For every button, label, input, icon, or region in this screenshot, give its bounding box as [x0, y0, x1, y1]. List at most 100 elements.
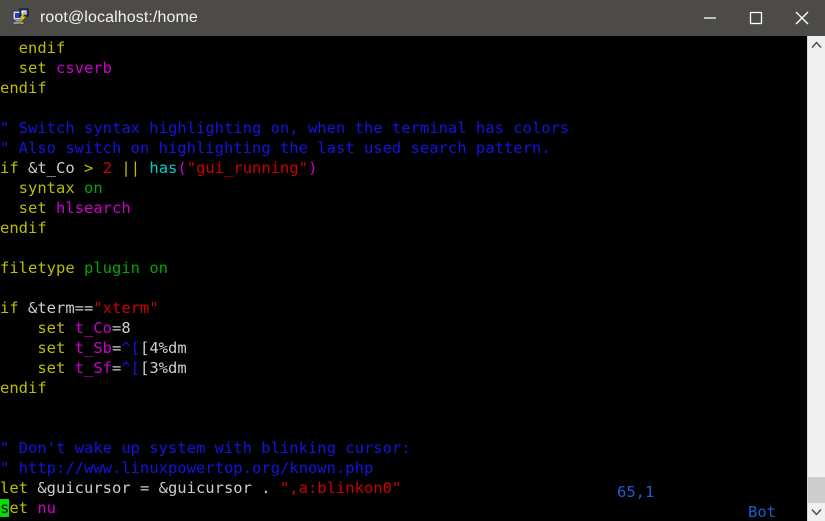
putty-terminal-window: root@localhost:/home endif set csverb end… — [0, 0, 825, 521]
scroll-up-arrow-icon[interactable] — [808, 36, 825, 54]
terminal-span: ( — [177, 159, 187, 177]
terminal-span: t_Sf — [74, 359, 112, 377]
terminal-span: endif — [0, 219, 47, 237]
terminal-span: " Also switch on highlighting the last u… — [0, 139, 551, 157]
terminal-span: hlsearch — [56, 199, 131, 217]
terminal-span — [0, 319, 37, 337]
terminal-span: ^[ — [121, 339, 140, 357]
terminal-line: endif — [0, 218, 807, 238]
terminal-span — [140, 259, 149, 277]
terminal-span: [4%dm — [140, 339, 187, 357]
scrollbar-thumb[interactable] — [808, 477, 825, 503]
window-titlebar: root@localhost:/home — [0, 0, 825, 36]
terminal-span — [0, 179, 19, 197]
terminal-line: endif — [0, 78, 807, 98]
close-button[interactable] — [779, 0, 825, 36]
terminal-line: " Don't wake up system with blinking cur… — [0, 438, 807, 458]
terminal-span: endif — [18, 39, 66, 57]
terminal-span: = — [111, 359, 122, 377]
terminal-line: set t_Sf=^[[3%dm — [0, 358, 807, 378]
terminal-span: s — [0, 499, 10, 517]
terminal-span: set — [37, 339, 75, 357]
terminal-span: plugin — [84, 259, 140, 277]
terminal-span — [0, 339, 37, 357]
terminal-span: endif — [0, 79, 47, 97]
terminal-span: "xterm" — [93, 299, 159, 317]
terminal-span: &guicursor = &guicursor . — [28, 479, 280, 497]
terminal-line: endif — [0, 378, 807, 398]
terminal-span: ) — [308, 159, 318, 177]
terminal-span: set — [37, 319, 75, 337]
terminal-span: [3%dm — [140, 359, 187, 377]
terminal-span: if — [0, 299, 19, 317]
terminal-span: has — [149, 159, 178, 177]
terminal-span: filetype — [0, 259, 75, 277]
terminal-line: set t_Sb=^[[4%dm — [0, 338, 807, 358]
terminal-span: t_Sb — [74, 339, 112, 357]
terminal-span: " http://www.linuxpowertop.org/known.php — [0, 459, 374, 477]
terminal-span — [0, 359, 37, 377]
terminal-span — [93, 159, 102, 177]
terminal-span: || — [121, 159, 141, 177]
terminal-span — [0, 59, 19, 77]
window-title: root@localhost:/home — [40, 9, 198, 26]
terminal-line: " http://www.linuxpowertop.org/known.php — [0, 458, 807, 478]
window-controls — [687, 0, 825, 36]
terminal-line: " Switch syntax highlighting on, when th… — [0, 118, 807, 138]
terminal-span: =8 — [111, 319, 131, 337]
terminal-line: endif — [0, 38, 807, 58]
maximize-button[interactable] — [733, 0, 779, 36]
putty-terminal-icon — [11, 8, 31, 28]
terminal-span: set — [37, 359, 75, 377]
terminal-line: set csverb — [0, 58, 807, 78]
terminal-span: &t_Co — [18, 159, 84, 177]
terminal-span: " Don't wake up system with blinking cur… — [0, 439, 411, 457]
terminal-span: " Switch syntax highlighting on, when th… — [0, 119, 570, 137]
terminal-span: 2 — [102, 159, 113, 177]
terminal-line: let &guicursor = &guicursor . ",a:blinko… — [0, 478, 807, 498]
terminal-line: syntax on — [0, 178, 807, 198]
terminal-span: endif — [0, 379, 47, 397]
terminal-line: if &t_Co > 2 || has("gui_running") — [0, 158, 807, 178]
vim-ruler: 65,1 — [617, 483, 655, 501]
terminal-span: syntax — [18, 179, 75, 197]
terminal-line: set hlsearch — [0, 198, 807, 218]
terminal-span — [75, 179, 84, 197]
vim-buffer[interactable]: endif set csverb endif " Switch syntax hi… — [0, 38, 807, 521]
terminal-line: filetype plugin on — [0, 258, 807, 278]
terminal-line: set t_Co=8 — [0, 318, 807, 338]
terminal-span: nu — [37, 499, 57, 517]
terminal-span: if — [0, 159, 19, 177]
terminal-span: set — [18, 59, 56, 77]
terminal-span: > — [84, 159, 94, 177]
terminal-span — [0, 199, 19, 217]
terminal-span: set — [18, 199, 56, 217]
terminal-line: set nu — [0, 498, 807, 518]
terminal-span: on — [84, 179, 103, 197]
terminal-span: csverb — [56, 59, 112, 77]
terminal-span: et — [9, 499, 38, 517]
terminal-span: ^[ — [121, 359, 140, 377]
terminal-scrollbar[interactable] — [807, 36, 825, 521]
scroll-down-arrow-icon[interactable] — [808, 503, 825, 521]
terminal-span: = — [111, 339, 122, 357]
terminal-span: &term== — [18, 299, 94, 317]
minimize-button[interactable] — [687, 0, 733, 36]
terminal-line: if &term=="xterm" — [0, 298, 807, 318]
terminal-span: ",a:blinkon0" — [279, 479, 402, 497]
terminal-span — [0, 39, 19, 57]
terminal-screen[interactable]: endif set csverb endif " Switch syntax hi… — [0, 36, 807, 521]
terminal-span — [75, 259, 84, 277]
terminal-span: on — [149, 259, 169, 277]
terminal-span — [140, 159, 149, 177]
terminal-span: "gui_running" — [186, 159, 309, 177]
terminal-span: t_Co — [74, 319, 112, 337]
terminal-span: let — [0, 479, 28, 497]
terminal-span — [112, 159, 121, 177]
terminal-line: " Also switch on highlighting the last u… — [0, 138, 807, 158]
